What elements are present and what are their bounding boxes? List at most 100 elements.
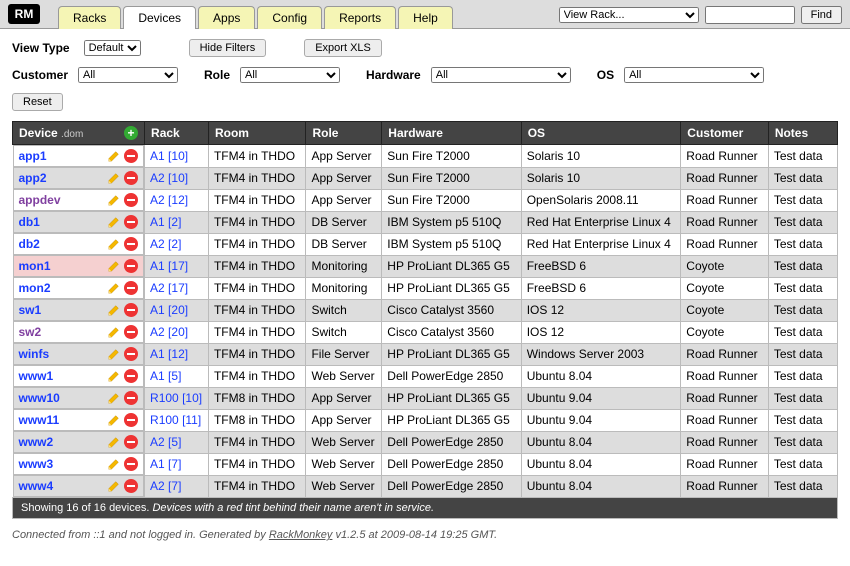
edit-icon[interactable] <box>107 347 121 361</box>
edit-icon[interactable] <box>107 237 121 251</box>
th-customer[interactable]: Customer <box>681 122 769 145</box>
tab-reports[interactable]: Reports <box>324 6 396 29</box>
th-room[interactable]: Room <box>208 122 306 145</box>
hide-filters-button[interactable]: Hide Filters <box>189 39 267 57</box>
th-rack[interactable]: Rack <box>145 122 209 145</box>
room-cell: TFM4 in THDO <box>208 475 306 498</box>
device-link[interactable]: app2 <box>19 171 47 185</box>
delete-icon[interactable] <box>124 149 138 163</box>
delete-icon[interactable] <box>124 457 138 471</box>
device-link[interactable]: www1 <box>19 369 54 383</box>
filter-role-select[interactable]: All <box>240 67 340 83</box>
device-link[interactable]: sw1 <box>19 303 42 317</box>
delete-icon[interactable] <box>124 237 138 251</box>
edit-icon[interactable] <box>107 325 121 339</box>
filter-hardware-select[interactable]: All <box>431 67 571 83</box>
logo[interactable]: RM <box>8 4 40 24</box>
device-link[interactable]: www4 <box>19 479 54 493</box>
rack-link[interactable]: A2 [10] <box>150 171 188 185</box>
device-link[interactable]: mon2 <box>19 281 51 295</box>
edit-icon[interactable] <box>107 215 121 229</box>
view-type-select[interactable]: Default <box>84 40 141 56</box>
rack-link[interactable]: A1 [17] <box>150 259 188 273</box>
edit-icon[interactable] <box>107 369 121 383</box>
delete-icon[interactable] <box>124 303 138 317</box>
notes-cell: Test data <box>768 321 837 343</box>
cust-cell: Coyote <box>681 299 769 321</box>
tab-racks[interactable]: Racks <box>58 6 121 29</box>
th-notes[interactable]: Notes <box>768 122 837 145</box>
device-link[interactable]: sw2 <box>19 325 42 339</box>
search-input[interactable] <box>705 6 795 24</box>
rackmonkey-link[interactable]: RackMonkey <box>269 529 333 541</box>
edit-icon[interactable] <box>107 193 121 207</box>
hw-cell: IBM System p5 510Q <box>382 233 521 255</box>
export-xls-button[interactable]: Export XLS <box>304 39 382 57</box>
rack-link[interactable]: R100 [11] <box>150 413 201 427</box>
delete-icon[interactable] <box>124 435 138 449</box>
add-device-icon[interactable]: + <box>124 126 138 140</box>
reset-button[interactable]: Reset <box>12 93 63 111</box>
edit-icon[interactable] <box>107 259 121 273</box>
device-link[interactable]: www11 <box>19 413 60 427</box>
delete-icon[interactable] <box>124 259 138 273</box>
rack-link[interactable]: A1 [2] <box>150 215 181 229</box>
rack-link[interactable]: A1 [7] <box>150 457 181 471</box>
filter-customer-select[interactable]: All <box>78 67 178 83</box>
rack-cell: A2 [17] <box>145 277 209 299</box>
rack-link[interactable]: A1 [5] <box>150 369 181 383</box>
rack-link[interactable]: A1 [10] <box>150 149 188 163</box>
delete-icon[interactable] <box>124 369 138 383</box>
delete-icon[interactable] <box>124 347 138 361</box>
rack-link[interactable]: A2 [7] <box>150 479 181 493</box>
rack-link[interactable]: A2 [2] <box>150 237 181 251</box>
edit-icon[interactable] <box>107 479 121 493</box>
tab-devices[interactable]: Devices <box>123 6 196 29</box>
device-link[interactable]: db1 <box>19 215 40 229</box>
device-link[interactable]: www2 <box>19 435 54 449</box>
rack-link[interactable]: R100 [10] <box>150 391 202 405</box>
edit-icon[interactable] <box>107 303 121 317</box>
room-cell: TFM4 in THDO <box>208 365 306 387</box>
device-link[interactable]: www10 <box>19 391 60 405</box>
delete-icon[interactable] <box>124 171 138 185</box>
delete-icon[interactable] <box>124 215 138 229</box>
device-link[interactable]: db2 <box>19 237 40 251</box>
delete-icon[interactable] <box>124 391 138 405</box>
rack-link[interactable]: A2 [20] <box>150 325 188 339</box>
tab-config[interactable]: Config <box>257 6 322 29</box>
edit-icon[interactable] <box>107 413 121 427</box>
th-hardware[interactable]: Hardware <box>382 122 521 145</box>
edit-icon[interactable] <box>107 457 121 471</box>
device-link[interactable]: winfs <box>19 347 50 361</box>
th-os[interactable]: OS <box>521 122 681 145</box>
delete-icon[interactable] <box>124 193 138 207</box>
rack-link[interactable]: A1 [12] <box>150 347 188 361</box>
table-row: winfsA1 [12]TFM4 in THDOFile ServerHP Pr… <box>13 343 838 365</box>
th-device[interactable]: Device .dom+ <box>13 122 145 145</box>
edit-icon[interactable] <box>107 149 121 163</box>
find-button[interactable]: Find <box>801 6 842 24</box>
device-link[interactable]: app1 <box>19 149 47 163</box>
edit-icon[interactable] <box>107 435 121 449</box>
tab-apps[interactable]: Apps <box>198 6 255 29</box>
cust-cell: Road Runner <box>681 475 769 498</box>
view-rack-select[interactable]: View Rack... <box>559 7 699 23</box>
device-link[interactable]: appdev <box>19 193 61 207</box>
th-role[interactable]: Role <box>306 122 382 145</box>
rack-link[interactable]: A2 [17] <box>150 281 188 295</box>
device-link[interactable]: www3 <box>19 457 54 471</box>
tab-help[interactable]: Help <box>398 6 453 29</box>
edit-icon[interactable] <box>107 391 121 405</box>
delete-icon[interactable] <box>124 325 138 339</box>
filter-os-select[interactable]: All <box>624 67 764 83</box>
rack-link[interactable]: A2 [5] <box>150 435 181 449</box>
rack-link[interactable]: A1 [20] <box>150 303 188 317</box>
rack-link[interactable]: A2 [12] <box>150 193 188 207</box>
edit-icon[interactable] <box>107 171 121 185</box>
delete-icon[interactable] <box>124 413 138 427</box>
delete-icon[interactable] <box>124 281 138 295</box>
device-link[interactable]: mon1 <box>19 259 51 273</box>
delete-icon[interactable] <box>124 479 138 493</box>
edit-icon[interactable] <box>107 281 121 295</box>
